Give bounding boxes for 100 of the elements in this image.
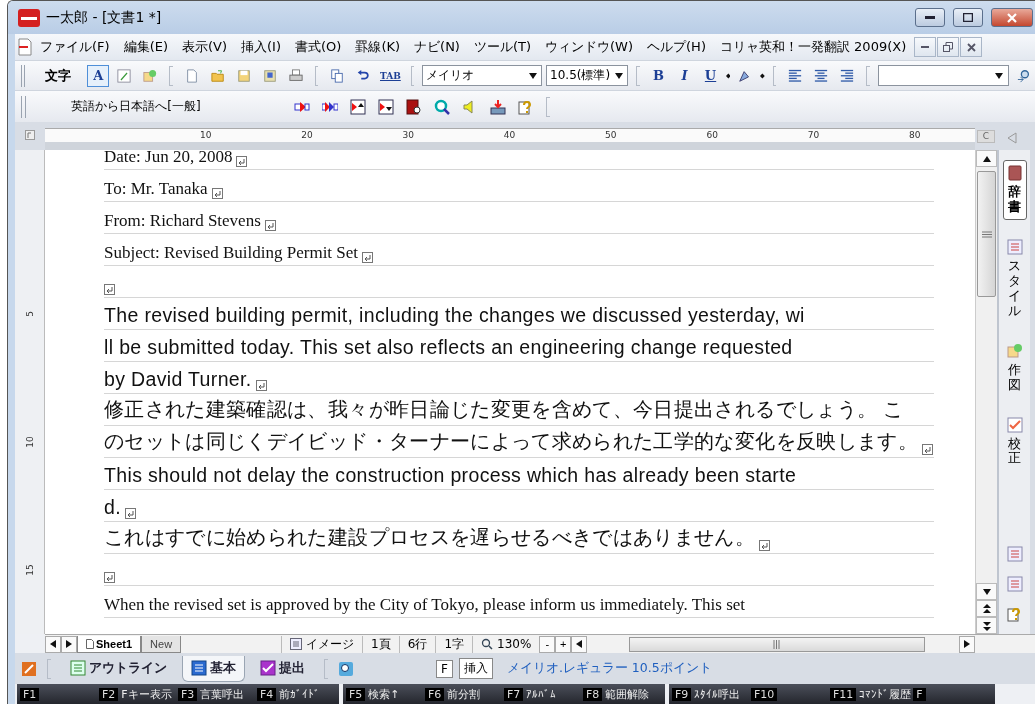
- scroll-thumb[interactable]: [977, 171, 996, 297]
- mode-tab[interactable]: アウトライン: [61, 655, 176, 682]
- zoom-out-button[interactable]: -: [539, 635, 556, 653]
- side-panel-tab[interactable]: スタイル: [1002, 233, 1027, 324]
- left-arrow-icon: [575, 640, 584, 648]
- scroll-left-button[interactable]: [571, 635, 588, 653]
- function-key[interactable]: F9: [672, 687, 692, 701]
- function-key[interactable]: F11: [830, 687, 857, 701]
- ruler-number: 70: [806, 129, 821, 142]
- function-key-label: 検索↑: [368, 686, 400, 702]
- function-key[interactable]: F6: [425, 687, 445, 701]
- menu-item[interactable]: 表示(V): [175, 38, 235, 56]
- sheet-tab[interactable]: Sheet1: [77, 635, 142, 653]
- next-sheet-button[interactable]: [61, 635, 77, 653]
- list-icon: [1006, 576, 1023, 592]
- return-mark-icon: [104, 572, 115, 583]
- double-up-arrow-icon: [982, 603, 991, 614]
- previous-page-button[interactable]: [976, 600, 997, 617]
- key-indicator: F: [436, 659, 453, 678]
- side-panel-tab[interactable]: 校正: [1002, 411, 1027, 472]
- help-icon: [1006, 606, 1023, 622]
- function-key[interactable]: F10: [751, 687, 778, 701]
- menu-item[interactable]: コリャ英和！一発翻訳 2009(X): [712, 38, 914, 56]
- insert-mode-indicator[interactable]: 挿入: [458, 658, 493, 679]
- folder-icon: [210, 67, 225, 84]
- previous-sheet-button[interactable]: [45, 635, 61, 653]
- outline-icon: [70, 660, 86, 676]
- function-key-label: ｺﾏﾝﾄﾞ履歴: [859, 686, 912, 702]
- function-key[interactable]: F4: [257, 687, 277, 701]
- return-mark-icon: [124, 508, 136, 519]
- ruler-corner-icon: [25, 130, 35, 140]
- ruler-number: 30: [401, 129, 415, 142]
- function-key[interactable]: F3: [178, 687, 198, 701]
- function-key[interactable]: F8: [583, 687, 603, 701]
- minimize-icon: [925, 15, 935, 20]
- view-mode-status[interactable]: イメージ: [281, 635, 363, 653]
- scroll-thumb[interactable]: [629, 636, 926, 652]
- menu-item[interactable]: ウィンドウ(W): [538, 38, 641, 56]
- zoom-in-button[interactable]: +: [555, 635, 572, 653]
- font-size-select[interactable]: 10.5(標準): [546, 65, 629, 86]
- ruler-button[interactable]: C: [977, 130, 995, 143]
- maximize-icon: [963, 13, 973, 22]
- function-key[interactable]: F5: [346, 687, 366, 701]
- tab-button[interactable]: TAB: [378, 64, 403, 87]
- menu-item[interactable]: ナビ(N): [407, 38, 467, 56]
- side-panel-tab[interactable]: 辞書: [1002, 160, 1027, 220]
- restore-button[interactable]: [937, 37, 960, 57]
- return-mark-icon: [236, 156, 248, 167]
- document-text: From: Richard Stevens: [104, 211, 261, 231]
- menu-item[interactable]: 挿入(I): [234, 38, 288, 56]
- function-key[interactable]: F: [913, 687, 926, 701]
- mode-tab[interactable]: 提出: [251, 655, 314, 682]
- menu-item[interactable]: ファイル(F): [33, 38, 117, 56]
- close-button[interactable]: [960, 37, 983, 57]
- checkbox-icon: [1006, 416, 1023, 433]
- next-page-button[interactable]: [976, 617, 997, 634]
- function-key[interactable]: F1: [20, 687, 40, 701]
- menu-item[interactable]: 編集(E): [116, 38, 175, 56]
- toolbar-label: 文字: [44, 66, 73, 85]
- pencil-icon: [21, 660, 37, 677]
- scroll-up-button[interactable]: [976, 150, 997, 167]
- side-panel-label: 校正: [1008, 436, 1021, 467]
- line-status: 6行: [398, 635, 436, 653]
- return-mark-icon: [922, 444, 933, 455]
- grip-icon: [981, 230, 992, 238]
- scroll-down-button[interactable]: [976, 583, 997, 600]
- function-key[interactable]: F7: [504, 687, 524, 701]
- dropdown-diamond-icon[interactable]: [725, 72, 731, 79]
- minimize-button[interactable]: [914, 37, 937, 57]
- page-icon: [86, 638, 94, 649]
- menu-item[interactable]: ツール(T): [466, 38, 539, 56]
- document-text: To: Mr. Tanaka: [104, 179, 208, 199]
- align-center-icon: [814, 67, 829, 84]
- function-key[interactable]: F2: [99, 687, 119, 701]
- pencil-icon: [117, 67, 132, 84]
- bold-button[interactable]: B: [647, 64, 670, 87]
- text-mode-button[interactable]: A: [87, 64, 110, 87]
- maximize-button[interactable]: [953, 8, 983, 27]
- mode-tab[interactable]: 基本: [182, 655, 245, 682]
- scroll-right-button[interactable]: [959, 635, 975, 653]
- function-key-label: 言葉呼出: [200, 686, 245, 702]
- menu-item[interactable]: 書式(O): [288, 38, 349, 56]
- document-text: これはすでに始められた建設プロセスを遅らせるべきではありません。: [104, 525, 756, 550]
- menu-item[interactable]: 罫線(K): [348, 38, 408, 56]
- document-text: d.: [104, 496, 121, 519]
- font-select[interactable]: メイリオ: [422, 65, 543, 86]
- menu-item[interactable]: ヘルプ(H): [640, 38, 713, 56]
- underline-button[interactable]: U: [699, 64, 722, 87]
- ruler-number: 80: [908, 129, 922, 142]
- document-text: Date: Jun 20, 2008: [104, 150, 233, 167]
- italic-button[interactable]: I: [673, 64, 696, 87]
- minimize-button[interactable]: [915, 8, 945, 27]
- side-panel-tab[interactable]: 作図: [1002, 337, 1027, 398]
- down-arrow-icon: [982, 587, 991, 596]
- close-button[interactable]: [991, 8, 1033, 27]
- search-icon: [338, 660, 354, 677]
- sheet-tab[interactable]: New: [141, 635, 182, 653]
- return-mark-icon: [255, 380, 267, 391]
- dropdown-diamond-icon[interactable]: [760, 72, 766, 79]
- style-select[interactable]: [877, 65, 1009, 86]
